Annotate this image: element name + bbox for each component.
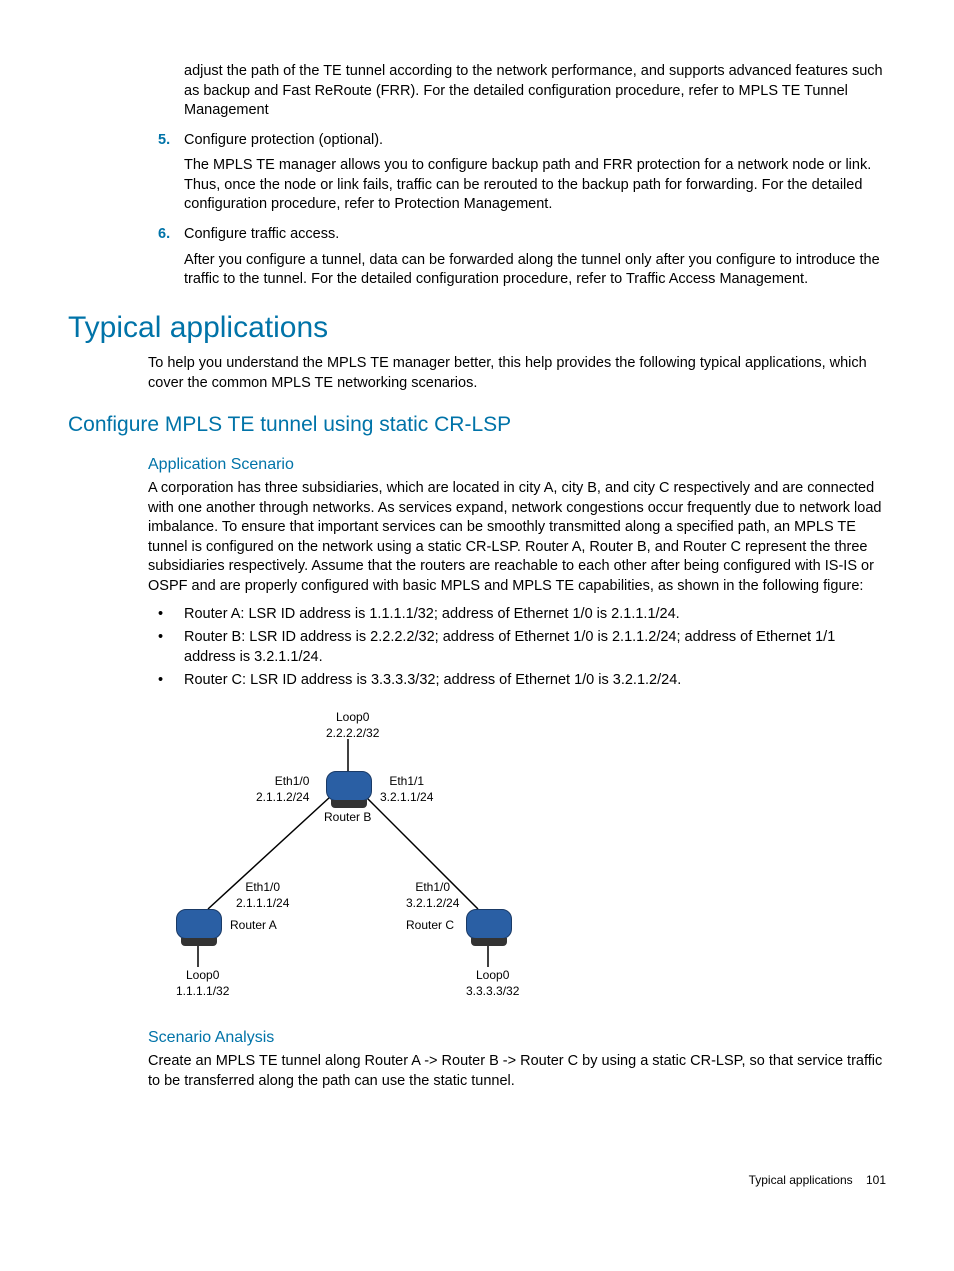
page-footer: Typical applications 101 bbox=[68, 1172, 886, 1188]
topology-lines-icon bbox=[148, 709, 538, 1009]
router-c-label: Router C bbox=[406, 917, 454, 933]
step-5: 5. Configure protection (optional). bbox=[158, 131, 886, 151]
continuation-paragraph: adjust the path of the TE tunnel accordi… bbox=[184, 62, 886, 121]
network-diagram: Loop0 2.2.2.2/32 Eth1/0 2.1.1.2/24 Eth1/… bbox=[148, 709, 538, 1009]
text: 2.2.2.2/32 bbox=[326, 725, 379, 741]
step-6-title: Configure traffic access. bbox=[184, 225, 886, 245]
router-a-label: Router A bbox=[230, 917, 277, 933]
footer-section-label: Typical applications bbox=[749, 1173, 853, 1187]
step-5-body: The MPLS TE manager allows you to config… bbox=[184, 156, 886, 215]
text: Loop0 bbox=[176, 967, 229, 983]
text: 3.2.1.2/24 bbox=[406, 895, 459, 911]
text: 1.1.1.1/32 bbox=[176, 983, 229, 999]
bullet-icon: • bbox=[158, 628, 184, 667]
heading-application-scenario: Application Scenario bbox=[148, 454, 886, 476]
router-c-eth10: Eth1/0 3.2.1.2/24 bbox=[406, 879, 459, 911]
bullet-router-a: • Router A: LSR ID address is 1.1.1.1/32… bbox=[158, 605, 886, 625]
router-b-icon bbox=[326, 771, 372, 801]
heading-configure-mpls-te: Configure MPLS TE tunnel using static CR… bbox=[68, 411, 886, 439]
heading-scenario-analysis: Scenario Analysis bbox=[148, 1027, 886, 1049]
text: 3.3.3.3/32 bbox=[466, 983, 519, 999]
typical-applications-intro: To help you understand the MPLS TE manag… bbox=[148, 354, 886, 393]
router-b-eth10: Eth1/0 2.1.1.2/24 bbox=[256, 773, 309, 805]
text: 3.2.1.1/24 bbox=[380, 789, 433, 805]
router-b-label: Router B bbox=[324, 809, 371, 825]
bullet-text: Router B: LSR ID address is 2.2.2.2/32; … bbox=[184, 628, 886, 667]
text: Loop0 bbox=[326, 709, 379, 725]
router-a-eth10: Eth1/0 2.1.1.1/24 bbox=[236, 879, 289, 911]
step-6: 6. Configure traffic access. bbox=[158, 225, 886, 245]
text: Eth1/0 bbox=[256, 773, 309, 789]
bullet-text: Router C: LSR ID address is 3.3.3.3/32; … bbox=[184, 671, 886, 691]
footer-page-number: 101 bbox=[866, 1173, 886, 1187]
router-a-loop-label: Loop0 1.1.1.1/32 bbox=[176, 967, 229, 999]
bullet-icon: • bbox=[158, 605, 184, 625]
step-6-body: After you configure a tunnel, data can b… bbox=[184, 251, 886, 290]
bullet-text: Router A: LSR ID address is 1.1.1.1/32; … bbox=[184, 605, 886, 625]
step-5-title: Configure protection (optional). bbox=[184, 131, 886, 151]
text: Eth1/0 bbox=[236, 879, 289, 895]
heading-typical-applications: Typical applications bbox=[68, 308, 886, 349]
bullet-router-c: • Router C: LSR ID address is 3.3.3.3/32… bbox=[158, 671, 886, 691]
bullet-icon: • bbox=[158, 671, 184, 691]
scenario-analysis-body: Create an MPLS TE tunnel along Router A … bbox=[148, 1052, 886, 1091]
router-c-loop-label: Loop0 3.3.3.3/32 bbox=[466, 967, 519, 999]
router-b-eth11: Eth1/1 3.2.1.1/24 bbox=[380, 773, 433, 805]
text: 2.1.1.1/24 bbox=[236, 895, 289, 911]
step-6-number: 6. bbox=[158, 225, 184, 245]
step-5-number: 5. bbox=[158, 131, 184, 151]
router-b-loop-label: Loop0 2.2.2.2/32 bbox=[326, 709, 379, 741]
text: Eth1/0 bbox=[406, 879, 459, 895]
text: Loop0 bbox=[466, 967, 519, 983]
text: Eth1/1 bbox=[380, 773, 433, 789]
router-c-icon bbox=[466, 909, 512, 939]
application-scenario-body: A corporation has three subsidiaries, wh… bbox=[148, 479, 886, 596]
text: 2.1.1.2/24 bbox=[256, 789, 309, 805]
bullet-router-b: • Router B: LSR ID address is 2.2.2.2/32… bbox=[158, 628, 886, 667]
router-a-icon bbox=[176, 909, 222, 939]
